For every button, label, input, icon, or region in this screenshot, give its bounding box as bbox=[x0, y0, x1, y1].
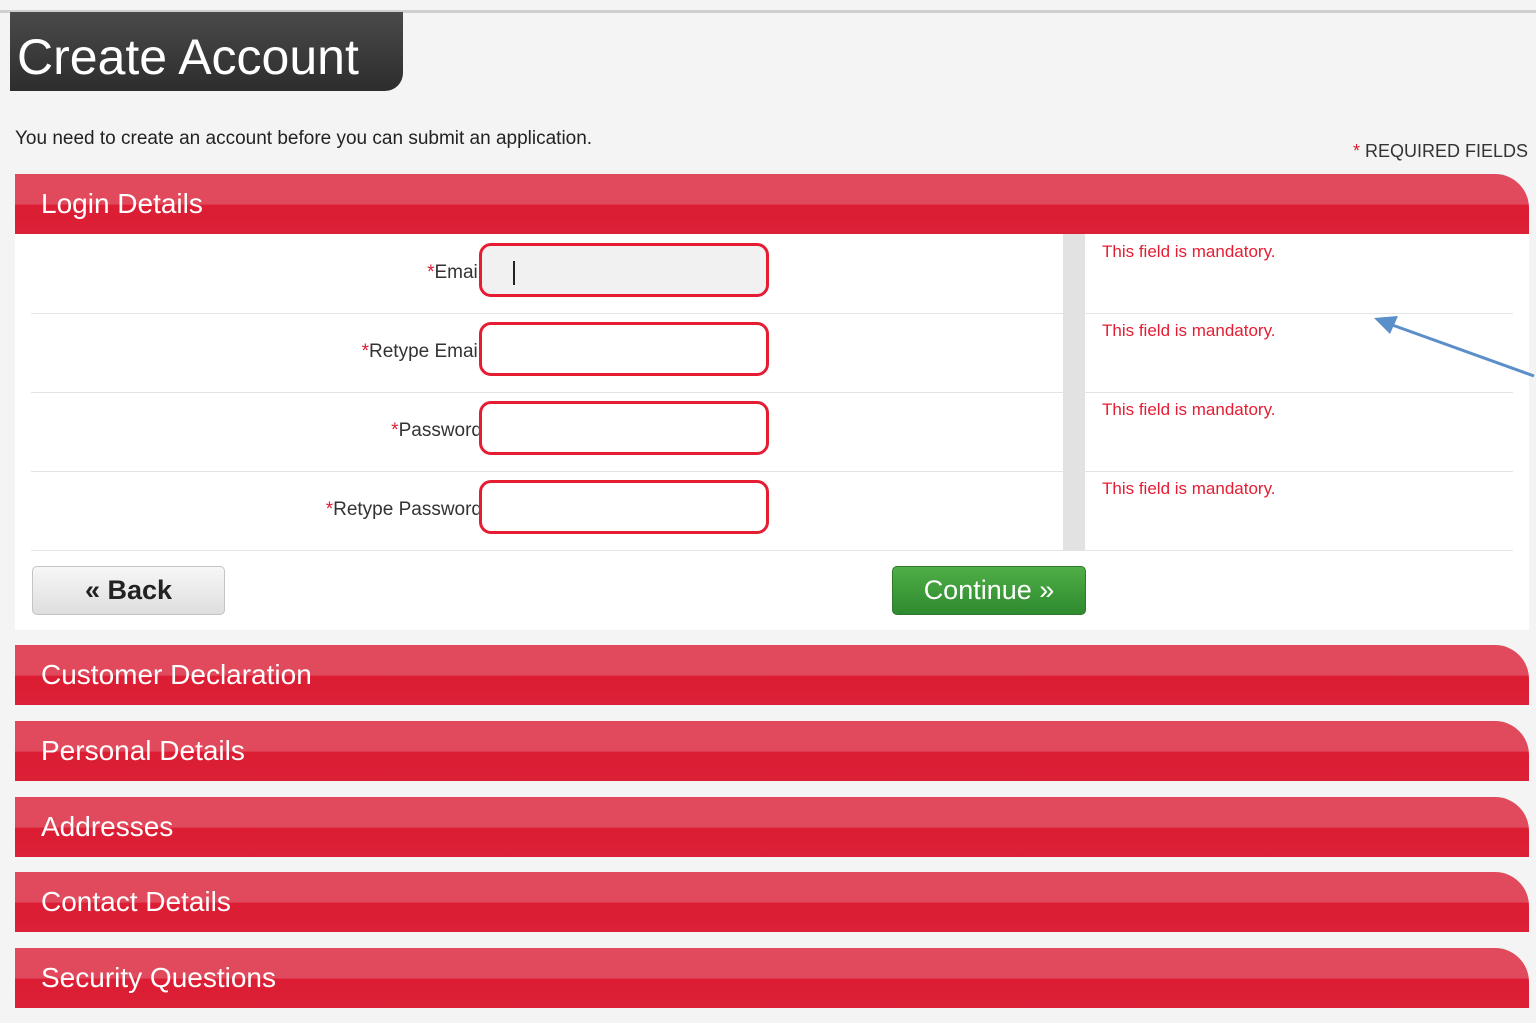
intro-text: You need to create an account before you… bbox=[15, 128, 593, 149]
password-label: *Password bbox=[391, 420, 482, 442]
form-row-password: *Password This field is mandatory. bbox=[31, 392, 1513, 472]
retype-email-label: *Retype Email bbox=[362, 341, 482, 363]
section-header-login-details[interactable]: Login Details bbox=[15, 174, 1529, 234]
section-title-security-questions: Security Questions bbox=[41, 962, 276, 993]
required-fields-label: REQUIRED FIELDS bbox=[1364, 141, 1528, 161]
retype-password-error: This field is mandatory. bbox=[1102, 479, 1276, 498]
continue-button[interactable]: Continue » bbox=[892, 566, 1086, 615]
password-field[interactable] bbox=[479, 401, 769, 455]
arrow-icon bbox=[1374, 316, 1535, 378]
retype-password-label: *Retype Password bbox=[326, 499, 482, 521]
email-label-text: Email bbox=[434, 262, 482, 283]
password-error: This field is mandatory. bbox=[1102, 400, 1276, 419]
section-title-customer-declaration: Customer Declaration bbox=[41, 659, 312, 690]
email-field[interactable] bbox=[479, 243, 769, 297]
required-star: * bbox=[391, 420, 399, 441]
email-label: *Email bbox=[427, 262, 482, 284]
retype-email-error: This field is mandatory. bbox=[1102, 321, 1276, 340]
required-star: * bbox=[325, 499, 334, 520]
form-row-retype-email: *Retype Email This field is mandatory. bbox=[31, 313, 1513, 393]
section-header-security-questions[interactable]: Security Questions bbox=[15, 948, 1529, 1008]
page-title-tab: Create Account bbox=[10, 12, 403, 91]
password-label-text: Password bbox=[398, 420, 482, 441]
section-title-contact-details: Contact Details bbox=[41, 886, 231, 917]
section-header-addresses[interactable]: Addresses bbox=[15, 797, 1529, 857]
required-fields-note: * REQUIRED FIELDS bbox=[1353, 141, 1528, 162]
section-title-personal-details: Personal Details bbox=[41, 735, 245, 766]
required-star: * bbox=[1352, 141, 1360, 161]
form-row-email: *Email This field is mandatory. bbox=[31, 234, 1513, 314]
retype-password-field[interactable] bbox=[479, 480, 769, 534]
section-header-personal-details[interactable]: Personal Details bbox=[15, 721, 1529, 781]
retype-email-field[interactable] bbox=[479, 322, 769, 376]
page-title: Create Account bbox=[17, 29, 359, 85]
back-button[interactable]: « Back bbox=[32, 566, 225, 615]
text-cursor bbox=[513, 261, 515, 285]
form-row-retype-password: *Retype Password This field is mandatory… bbox=[31, 471, 1513, 551]
required-star: * bbox=[361, 341, 369, 362]
retype-password-label-text: Retype Password bbox=[333, 499, 482, 520]
retype-email-label-text: Retype Email bbox=[369, 341, 482, 362]
section-title-addresses: Addresses bbox=[41, 811, 174, 842]
login-details-panel: *Email This field is mandatory. *Retype … bbox=[15, 234, 1529, 630]
section-title-login-details: Login Details bbox=[41, 188, 203, 219]
email-error: This field is mandatory. bbox=[1102, 242, 1276, 261]
section-header-contact-details[interactable]: Contact Details bbox=[15, 872, 1529, 932]
section-header-customer-declaration[interactable]: Customer Declaration bbox=[15, 645, 1529, 705]
